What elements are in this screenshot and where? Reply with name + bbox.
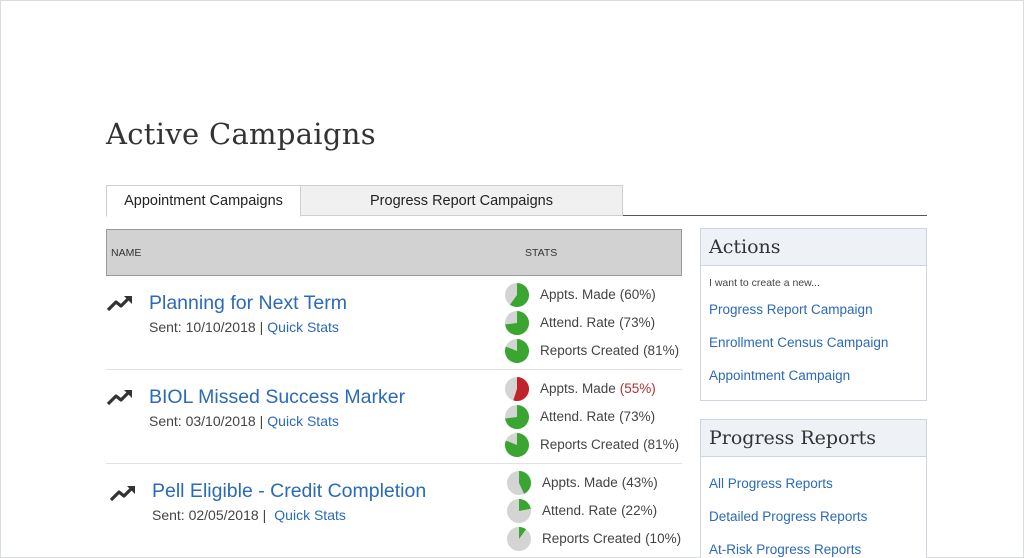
- stat-name: Attend. Rate: [540, 315, 616, 330]
- campaign-tabs: Appointment Campaigns Progress Report Ca…: [106, 185, 927, 217]
- campaign-name-link[interactable]: Pell Eligible - Credit Completion: [152, 480, 426, 503]
- stat-pie-chart: [505, 311, 529, 335]
- stat-pie-chart: [507, 471, 532, 495]
- campaign-row: BIOL Missed Success Marker Sent: 03/10/20…: [106, 374, 682, 466]
- stat-pie-chart: [507, 527, 531, 551]
- stat-percent: (73%): [619, 409, 656, 424]
- campaign-row: Planning for Next Term Sent: 10/10/2018 | Q…: [106, 280, 682, 372]
- stat-item: Reports Created (10%): [506, 526, 684, 552]
- all-progress-reports-link[interactable]: All Progress Reports: [701, 468, 926, 501]
- progress-reports-panel-title: Progress Reports: [701, 420, 926, 457]
- campaign-row: Pell Eligible - Credit Completion Sent: 0…: [106, 468, 682, 558]
- stat-label: Attend. Rate (22%): [542, 503, 657, 518]
- sent-line: Sent: 03/10/2018 | Quick Stats: [149, 413, 339, 429]
- sent-line: Sent: 02/05/2018 | Quick Stats: [152, 507, 346, 523]
- stat-item: Reports Created (81%): [504, 338, 682, 364]
- campaign-name-link[interactable]: BIOL Missed Success Marker: [149, 386, 405, 409]
- create-progress-report-campaign-link[interactable]: Progress Report Campaign: [701, 294, 926, 327]
- tab-appointment-campaigns[interactable]: Appointment Campaigns: [106, 185, 301, 217]
- stat-item: Attend. Rate (73%): [504, 310, 682, 336]
- stat-pie-chart: [504, 339, 529, 363]
- stat-name: Attend. Rate: [540, 409, 616, 424]
- stat-label: Attend. Rate (73%): [540, 409, 655, 424]
- row-divider: [106, 463, 682, 464]
- sent-line: Sent: 10/10/2018 | Quick Stats: [149, 319, 339, 335]
- separator: |: [262, 507, 267, 523]
- separator: |: [259, 413, 264, 429]
- stat-name: Reports Created: [542, 531, 642, 546]
- stat-pie-chart: [505, 377, 530, 401]
- column-header-name[interactable]: NAME: [111, 247, 141, 259]
- actions-subtitle: I want to create a new...: [709, 277, 820, 289]
- actions-panel: Actions I want to create a new... Progre…: [700, 228, 927, 401]
- stat-label: Attend. Rate (73%): [540, 315, 655, 330]
- sent-date: Sent: 03/10/2018: [149, 413, 256, 429]
- stat-percent: (60%): [619, 287, 656, 302]
- quick-stats-link[interactable]: Quick Stats: [267, 319, 339, 335]
- stat-pie-chart: [505, 283, 530, 307]
- tab-progress-report-campaigns[interactable]: Progress Report Campaigns: [301, 185, 623, 216]
- stat-label: Reports Created (81%): [540, 343, 679, 358]
- stat-percent: (22%): [621, 503, 658, 518]
- create-appointment-campaign-link[interactable]: Appointment Campaign: [701, 360, 926, 393]
- stat-pie-chart: [507, 499, 531, 523]
- quick-stats-link[interactable]: Quick Stats: [267, 413, 339, 429]
- stat-percent: (55%): [619, 381, 656, 396]
- separator: |: [259, 319, 264, 335]
- stat-percent: (81%): [643, 437, 680, 452]
- stat-item: Attend. Rate (73%): [504, 404, 682, 430]
- campaign-name-link[interactable]: Planning for Next Term: [149, 292, 347, 315]
- sent-date: Sent: 10/10/2018: [149, 319, 256, 335]
- stat-name: Reports Created: [540, 437, 640, 452]
- actions-panel-title: Actions: [701, 229, 926, 266]
- stat-item: Appts. Made (60%): [504, 282, 682, 308]
- stat-label: Appts. Made (55%): [540, 381, 656, 396]
- progress-reports-panel: Progress Reports All Progress Reports De…: [700, 419, 927, 558]
- stat-item: Appts. Made (55%): [504, 376, 682, 402]
- trending-up-icon: [106, 390, 132, 406]
- campaign-table-header: NAME STATS: [106, 229, 682, 276]
- stat-label: Reports Created (10%): [542, 531, 681, 546]
- column-header-stats[interactable]: STATS: [525, 247, 557, 259]
- stat-percent: (73%): [619, 315, 656, 330]
- row-divider: [106, 369, 682, 370]
- stat-name: Appts. Made: [540, 287, 616, 302]
- quick-stats-link[interactable]: Quick Stats: [274, 507, 346, 523]
- stat-item: Attend. Rate (22%): [506, 498, 684, 524]
- stat-label: Appts. Made (60%): [540, 287, 656, 302]
- create-enrollment-census-campaign-link[interactable]: Enrollment Census Campaign: [701, 327, 926, 360]
- stat-item: Appts. Made (43%): [506, 470, 684, 496]
- at-risk-progress-reports-link[interactable]: At-Risk Progress Reports: [701, 534, 926, 558]
- stat-name: Appts. Made: [540, 381, 616, 396]
- page-title: Active Campaigns: [106, 117, 376, 151]
- stat-name: Appts. Made: [542, 475, 618, 490]
- trending-up-icon: [109, 486, 135, 502]
- stat-pie-chart: [504, 433, 529, 457]
- stat-label: Appts. Made (43%): [542, 475, 658, 490]
- detailed-progress-reports-link[interactable]: Detailed Progress Reports: [701, 501, 926, 534]
- stat-item: Reports Created (81%): [504, 432, 682, 458]
- stat-percent: (81%): [643, 343, 680, 358]
- stat-pie-chart: [505, 405, 529, 429]
- stat-name: Reports Created: [540, 343, 640, 358]
- stat-percent: (43%): [621, 475, 658, 490]
- sent-date: Sent: 02/05/2018: [152, 507, 259, 523]
- trending-up-icon: [106, 296, 132, 312]
- stat-label: Reports Created (81%): [540, 437, 679, 452]
- stat-name: Attend. Rate: [542, 503, 618, 518]
- stat-percent: (10%): [645, 531, 682, 546]
